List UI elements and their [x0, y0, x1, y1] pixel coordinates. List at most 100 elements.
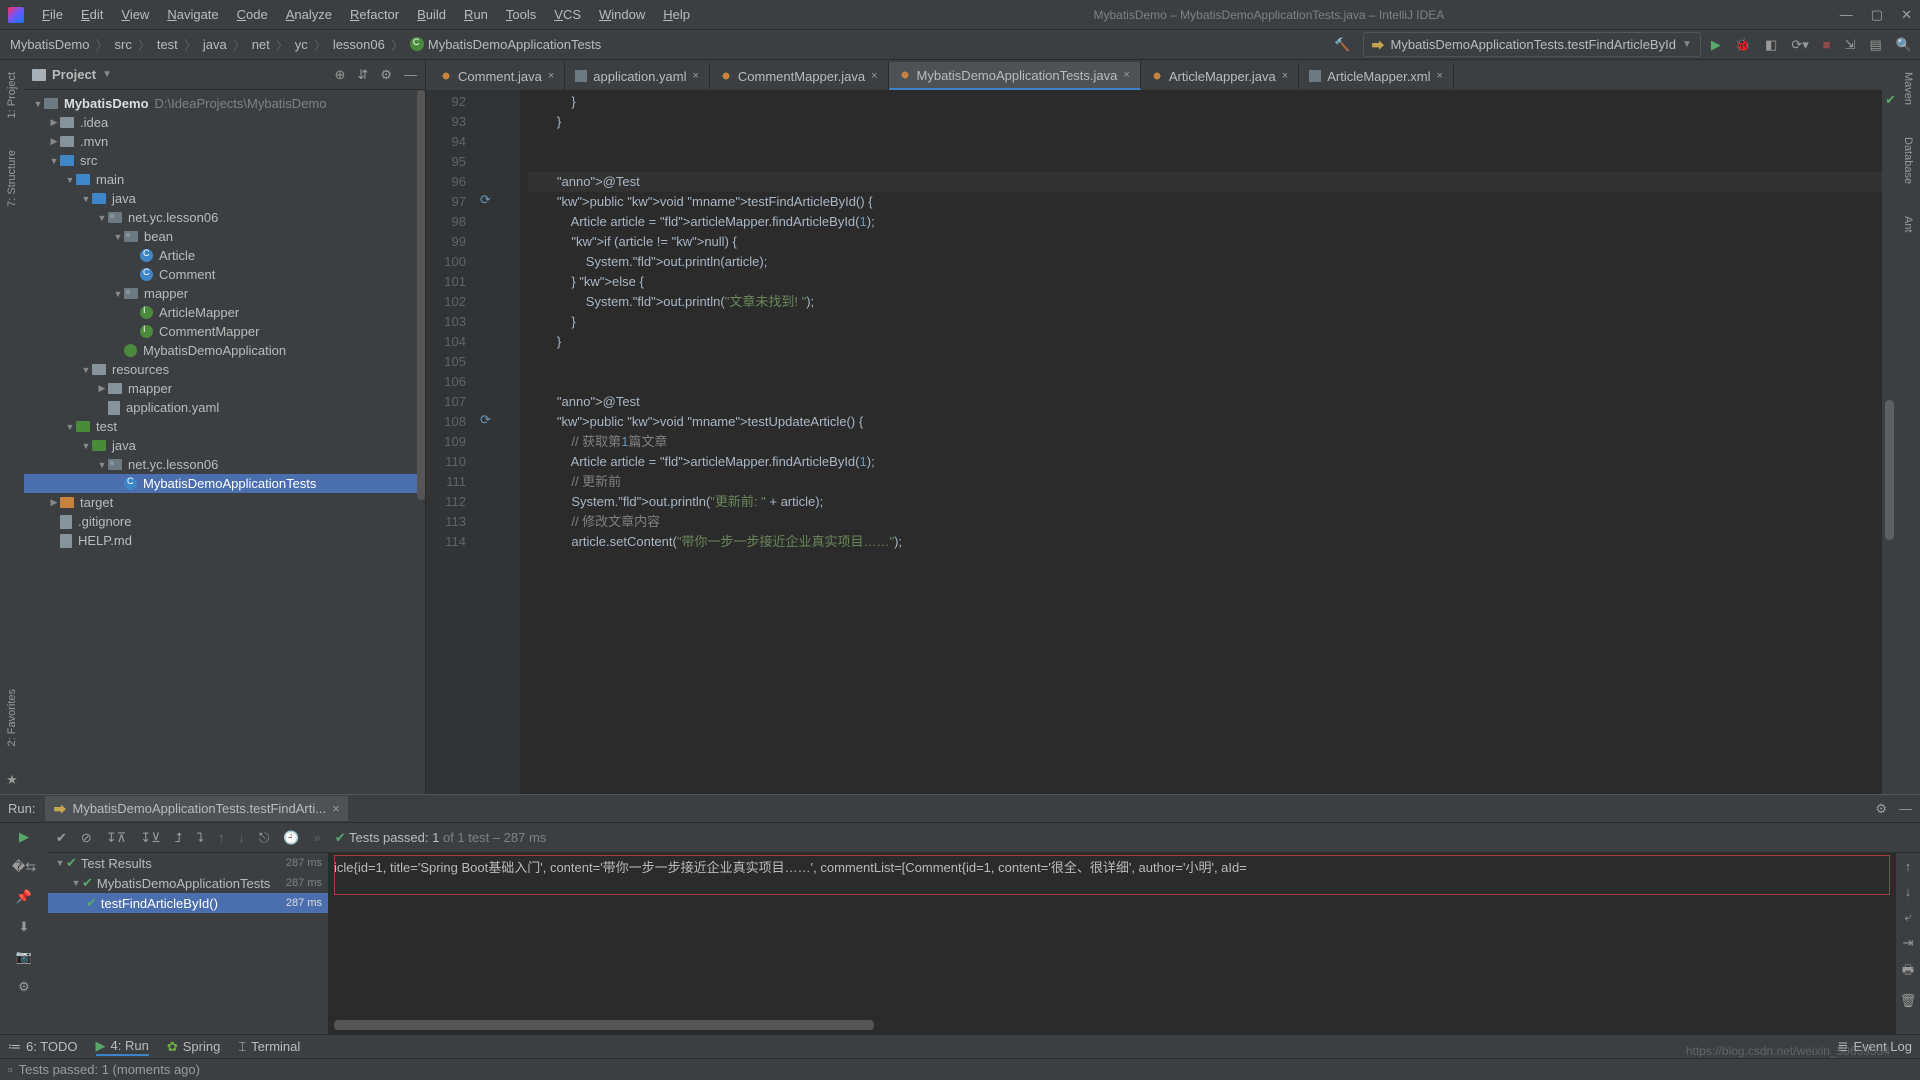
gear-icon[interactable]: ⚙: [1875, 801, 1887, 817]
tree-row[interactable]: ▶target: [24, 493, 425, 512]
run-button[interactable]: ▶4: Run: [96, 1038, 149, 1056]
menu-view[interactable]: View: [113, 4, 157, 25]
test-tree-row[interactable]: ▼✔MybatisDemoApplicationTests287 ms: [48, 873, 328, 893]
build-icon[interactable]: 🔨: [1334, 37, 1350, 53]
tree-row[interactable]: ▼mapper: [24, 284, 425, 303]
gear-icon[interactable]: ⚙: [380, 67, 392, 83]
editor-tab[interactable]: application.yaml×: [565, 62, 710, 90]
breadcrumb-item[interactable]: MybatisDemoApplicationTests: [408, 37, 603, 52]
tree-row[interactable]: Article: [24, 246, 425, 265]
terminal-button[interactable]: ⌶Terminal: [238, 1039, 300, 1055]
tree-row[interactable]: ▶.idea: [24, 113, 425, 132]
editor[interactable]: 9293949596979899100101102103104105106107…: [426, 90, 1896, 794]
tree-row[interactable]: ArticleMapper: [24, 303, 425, 322]
menu-build[interactable]: Build: [409, 4, 454, 25]
print-icon[interactable]: 🖶: [1902, 961, 1914, 983]
spring-button[interactable]: ✿Spring: [167, 1039, 220, 1055]
breadcrumb-item[interactable]: yc: [293, 37, 310, 52]
toggle-icon[interactable]: �⇆: [12, 859, 36, 875]
tree-row[interactable]: ▼resources: [24, 360, 425, 379]
menu-refactor[interactable]: Refactor: [342, 4, 407, 25]
up-icon[interactable]: ↑: [1905, 859, 1912, 874]
tree-row[interactable]: Comment: [24, 265, 425, 284]
menu-run[interactable]: Run: [456, 4, 496, 25]
collapse-all-icon[interactable]: ⮧: [196, 830, 204, 846]
tree-row[interactable]: ▶.mvn: [24, 132, 425, 151]
ant-tool-button[interactable]: Ant: [1902, 210, 1914, 239]
console[interactable]: icle{id=1, title='Spring Boot基础入门', cont…: [328, 853, 1920, 1034]
chevron-down-icon[interactable]: ▼: [102, 69, 112, 80]
menu-file[interactable]: File: [34, 4, 71, 25]
expand-all-icon[interactable]: ⮥: [175, 830, 183, 846]
scrollbar-thumb[interactable]: [417, 90, 425, 500]
next-icon[interactable]: ↓: [239, 830, 246, 845]
horizontal-scrollbar[interactable]: [334, 1020, 874, 1030]
run-tab[interactable]: ⮕ MybatisDemoApplicationTests.testFindAr…: [45, 796, 347, 821]
breadcrumb-item[interactable]: lesson06: [331, 37, 387, 52]
test-tree[interactable]: ▼✔Test Results287 ms▼✔MybatisDemoApplica…: [48, 853, 328, 1034]
test-tree-row[interactable]: ▼✔Test Results287 ms: [48, 853, 328, 873]
hide-icon[interactable]: —: [1899, 801, 1912, 816]
override-icon[interactable]: ⟳: [480, 192, 494, 206]
tree-row[interactable]: ▼java: [24, 189, 425, 208]
breadcrumb-item[interactable]: net: [250, 37, 272, 52]
breadcrumb-item[interactable]: MybatisDemo: [8, 37, 91, 52]
tree-row[interactable]: ▼MybatisDemoD:\IdeaProjects\MybatisDemo: [24, 94, 425, 113]
close-icon[interactable]: ×: [548, 70, 554, 82]
settings-icon[interactable]: ⚙: [18, 979, 30, 995]
history-icon[interactable]: 🕘: [283, 830, 299, 846]
structure-icon[interactable]: ▤: [1870, 37, 1882, 53]
update-icon[interactable]: ⇲: [1845, 37, 1856, 53]
search-icon[interactable]: 🔍: [1896, 37, 1912, 53]
tree-row[interactable]: ▼net.yc.lesson06: [24, 208, 425, 227]
tree-row[interactable]: CommentMapper: [24, 322, 425, 341]
editor-scrollbar[interactable]: ✔: [1882, 90, 1896, 794]
close-icon[interactable]: ×: [692, 70, 698, 82]
scroll-icon[interactable]: ⇥: [1903, 935, 1914, 951]
close-icon[interactable]: ✕: [1901, 7, 1912, 23]
tree-row[interactable]: ▼src: [24, 151, 425, 170]
favorites-tool-button[interactable]: 2: Favorites: [6, 683, 18, 752]
wrap-icon[interactable]: ⤶: [1904, 909, 1911, 925]
sort2-icon[interactable]: ↧⊻: [140, 830, 160, 846]
editor-tab[interactable]: Comment.java×: [430, 62, 565, 90]
test-tree-row[interactable]: ✔testFindArticleById()287 ms: [48, 893, 328, 913]
tree-row[interactable]: ▼net.yc.lesson06: [24, 455, 425, 474]
editor-tab[interactable]: ArticleMapper.java×: [1141, 62, 1299, 90]
pin-icon[interactable]: 📌: [16, 889, 32, 905]
editor-tab[interactable]: CommentMapper.java×: [710, 62, 889, 90]
locate-icon[interactable]: ⊕: [335, 67, 346, 83]
ignore-icon[interactable]: ⊘: [81, 830, 92, 846]
camera-icon[interactable]: 📷: [16, 949, 32, 965]
run-icon[interactable]: ▶: [1711, 37, 1721, 53]
tree-row[interactable]: ▼main: [24, 170, 425, 189]
tree-row[interactable]: MybatisDemoApplication: [24, 341, 425, 360]
maximize-icon[interactable]: ▢: [1871, 7, 1883, 23]
database-tool-button[interactable]: Database: [1902, 131, 1914, 190]
tree-row[interactable]: ▶mapper: [24, 379, 425, 398]
menu-edit[interactable]: Edit: [73, 4, 111, 25]
tree-row[interactable]: ▼java: [24, 436, 425, 455]
menu-window[interactable]: Window: [591, 4, 653, 25]
stop-icon[interactable]: ■: [1823, 37, 1831, 52]
menu-vcs[interactable]: VCS: [546, 4, 589, 25]
hide-icon[interactable]: —: [404, 67, 417, 83]
project-tool-button[interactable]: 1: Project: [6, 66, 18, 124]
editor-tab[interactable]: MybatisDemoApplicationTests.java×: [889, 62, 1141, 90]
override-icon[interactable]: ⟳: [480, 412, 494, 426]
check-icon[interactable]: ✔: [56, 830, 67, 846]
tree-row[interactable]: application.yaml: [24, 398, 425, 417]
close-icon[interactable]: ×: [1123, 69, 1129, 81]
close-icon[interactable]: ×: [1437, 70, 1443, 82]
project-view-label[interactable]: Project: [52, 67, 96, 82]
project-tree[interactable]: ▼MybatisDemoD:\IdeaProjects\MybatisDemo▶…: [24, 90, 425, 794]
scrollbar-thumb[interactable]: [1885, 400, 1894, 540]
code-area[interactable]: } } "anno">@Test "kw">public "kw">void "…: [520, 90, 1896, 794]
prev-icon[interactable]: ↑: [218, 830, 225, 845]
maven-tool-button[interactable]: Maven: [1902, 66, 1914, 111]
breadcrumb-item[interactable]: java: [201, 37, 229, 52]
run-config-dropdown[interactable]: ⮕ MybatisDemoApplicationTests.testFindAr…: [1363, 32, 1701, 57]
tree-row[interactable]: ▼test: [24, 417, 425, 436]
menu-analyze[interactable]: Analyze: [278, 4, 340, 25]
todo-button[interactable]: ≔6: TODO: [8, 1039, 78, 1055]
